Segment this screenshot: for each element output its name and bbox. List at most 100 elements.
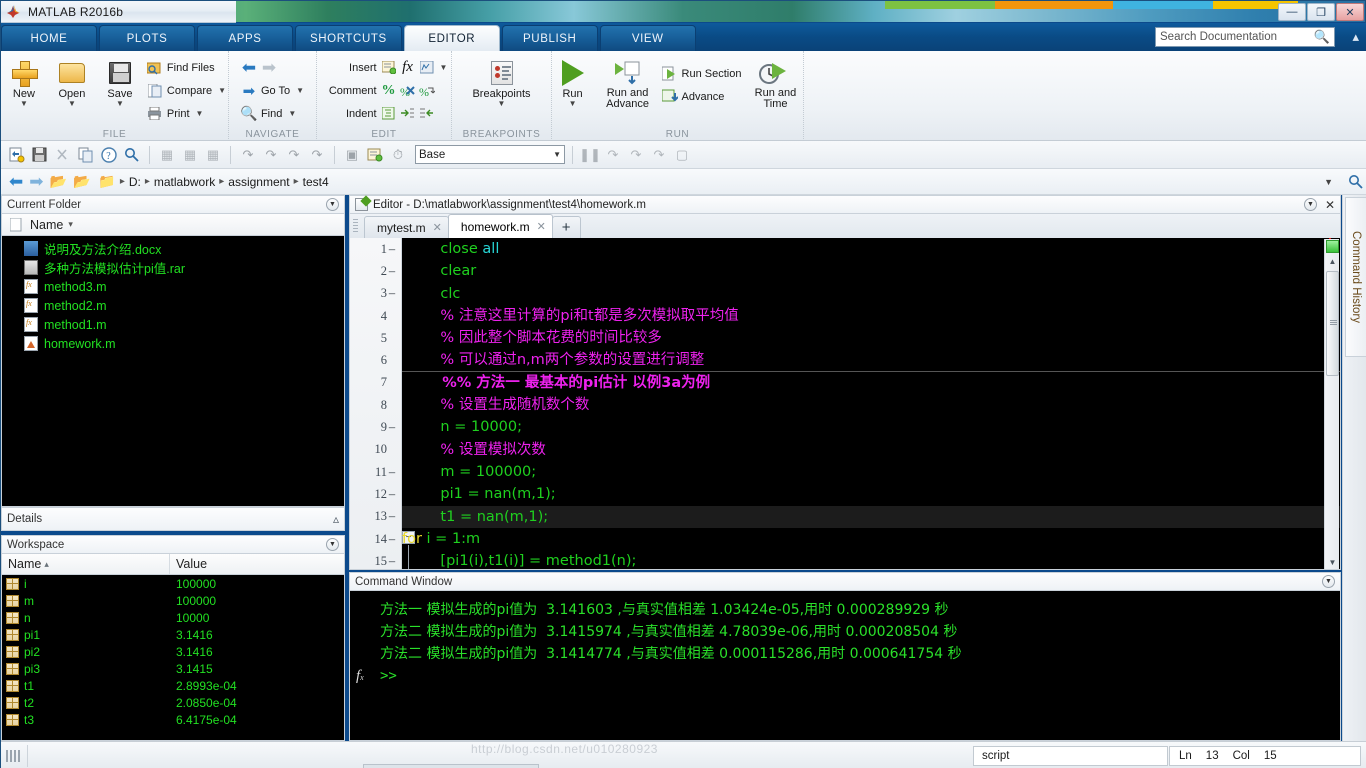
breakpoint-dash[interactable]: –	[387, 509, 397, 524]
insert-fi-icon[interactable]	[419, 60, 435, 76]
up-folder-icon[interactable]: 📂	[50, 173, 67, 190]
column-header-value[interactable]: Value	[170, 557, 344, 571]
code-line-13[interactable]: t1 = nan(m,1);	[402, 505, 1340, 528]
help-icon[interactable]: ?	[99, 145, 119, 165]
breakpoint-dash[interactable]: –	[387, 420, 397, 435]
table-row[interactable]: pi3 3.1415	[2, 660, 344, 677]
code-line-7[interactable]: %% 方法一 最基本的pi估计 以例3a为例	[402, 372, 1340, 394]
browse-folder-icon[interactable]: 📂	[73, 173, 90, 190]
tab-view[interactable]: VIEW	[599, 25, 696, 51]
cut-icon[interactable]	[53, 145, 73, 165]
tab-apps[interactable]: APPS	[197, 25, 293, 51]
chevron-up-icon[interactable]: ▵	[333, 512, 339, 526]
restore-button[interactable]: ❐	[1307, 3, 1335, 21]
code-line-1[interactable]: close all	[402, 238, 1340, 260]
minimize-button[interactable]: —	[1278, 3, 1306, 21]
run-and-advance-button[interactable]: Run and Advance	[597, 54, 659, 110]
code-line-8[interactable]: % 设置生成随机数个数	[402, 394, 1340, 416]
chevron-down-icon[interactable]: ▼	[20, 100, 28, 108]
current-folder-file-list[interactable]: 说明及方法介绍.docx 多种方法模拟估计pi值.rar method3.m m…	[1, 236, 345, 507]
table-row[interactable]: pi2 3.1416	[2, 643, 344, 660]
chevron-down-icon[interactable]: ▼	[296, 86, 304, 95]
editor-tab-homework[interactable]: homework.m ✕	[447, 214, 553, 238]
forward-arrow-icon[interactable]: ➡	[29, 172, 43, 192]
editor-tab-mytest[interactable]: mytest.m ✕	[364, 216, 449, 238]
panel-options-icon[interactable]: ▼	[1303, 198, 1317, 211]
search-icon[interactable]	[1343, 174, 1366, 189]
step-over-icon[interactable]: ↷	[626, 145, 646, 165]
smart-indent-icon[interactable]	[381, 106, 397, 122]
list-icon[interactable]	[365, 145, 385, 165]
tab-editor[interactable]: EDITOR	[403, 25, 500, 51]
step-icon-3[interactable]: ↷	[284, 145, 304, 165]
breakpoint-dash[interactable]: –	[387, 554, 397, 569]
workspace-variable-list[interactable]: i 100000 m 100000 n 10000 pi1 3.1416 pi2 3.14…	[1, 575, 345, 741]
editor-text[interactable]: close all clear clc % 注意这里计算的pi和t都是多次模拟取…	[402, 238, 1340, 569]
close-icon[interactable]: ✕	[1325, 198, 1335, 212]
more-caret-icon[interactable]: ▼	[440, 63, 448, 72]
command-window-output[interactable]: fx 方法一 模拟生成的pi值为 3.141603 ,与真实值相差 1.0342…	[349, 591, 1341, 741]
step-in-icon[interactable]: ↷	[603, 145, 623, 165]
list-item[interactable]: method2.m	[2, 296, 344, 315]
code-line-2[interactable]: clear	[402, 260, 1340, 282]
table-row[interactable]: t2 2.0850e-04	[2, 694, 344, 711]
function-fx-icon[interactable]: fx	[400, 59, 416, 76]
new-tab-button[interactable]: +	[551, 216, 581, 238]
uncomment-icon[interactable]: %	[400, 83, 416, 99]
run-and-time-button[interactable]: Run and Time	[744, 54, 806, 110]
table-row[interactable]: i 100000	[2, 575, 344, 592]
tab-home[interactable]: HOME	[1, 25, 97, 51]
layout-icon-2[interactable]: ▦	[180, 145, 200, 165]
run-section-button[interactable]: Run Section	[659, 62, 745, 85]
pause-icon[interactable]: ❚❚	[579, 145, 601, 165]
details-title-bar[interactable]: Details ▵	[1, 507, 345, 531]
table-row[interactable]: m 100000	[2, 592, 344, 609]
code-line-3[interactable]: clc	[402, 283, 1340, 305]
indent-left-icon[interactable]	[419, 106, 435, 122]
code-line-6[interactable]: % 可以通过n,m两个参数的设置进行调整	[402, 349, 1340, 372]
code-line-15[interactable]: [pi1(i),t1(i)] = method1(n);	[402, 550, 1340, 569]
tab-plots[interactable]: PLOTS	[99, 25, 195, 51]
code-line-14[interactable]: for i = 1:m	[402, 528, 1340, 550]
table-row[interactable]: t1 2.8993e-04	[2, 677, 344, 694]
tab-shortcuts[interactable]: SHORTCUTS	[295, 25, 402, 51]
close-icon[interactable]: ✕	[537, 220, 546, 233]
code-line-4[interactable]: % 注意这里计算的pi和t都是多次模拟取平均值	[402, 305, 1340, 327]
panel-options-icon[interactable]: ▼	[326, 538, 339, 551]
ribbon-collapse-icon[interactable]: ▴	[1352, 29, 1359, 45]
compare-button[interactable]: Compare ▼	[144, 79, 229, 102]
list-item[interactable]: homework.m	[2, 334, 344, 353]
new-button[interactable]: New ▼	[0, 54, 48, 108]
chevron-down-icon[interactable]: ▼	[553, 150, 561, 159]
scrollbar-thumb[interactable]	[1326, 271, 1339, 376]
panel-options-icon[interactable]: ▼	[326, 198, 339, 211]
print-button[interactable]: Print ▼	[144, 102, 229, 125]
close-button[interactable]: ✕	[1336, 3, 1364, 21]
step-out-icon[interactable]: ↷	[649, 145, 669, 165]
save-button[interactable]: Save ▼	[96, 54, 144, 108]
status-grip-icon[interactable]	[1, 742, 27, 768]
panel-options-icon[interactable]: ▼	[1322, 575, 1335, 588]
editor-vertical-scrollbar[interactable]: ▲ ▼	[1324, 239, 1339, 569]
command-history-tab[interactable]: Command History	[1345, 197, 1366, 357]
run-button[interactable]: Run ▼	[549, 54, 597, 108]
layout-icon-1[interactable]: ▦	[157, 145, 177, 165]
close-icon[interactable]: ✕	[433, 221, 442, 234]
layout-icon-3[interactable]: ▦	[203, 145, 223, 165]
breakpoint-dash[interactable]: –	[387, 242, 397, 257]
insert-block-icon[interactable]	[381, 60, 397, 76]
back-arrow-icon[interactable]: ⬅	[9, 172, 23, 192]
current-folder-column-header[interactable]: Name ▾	[1, 214, 345, 236]
breadcrumb[interactable]: 📁 ▸ D: ▸ matlabwork ▸ assignment ▸ test4	[98, 172, 1314, 192]
breakpoint-dash[interactable]: –	[387, 465, 397, 480]
window-controls[interactable]: — ❐ ✕	[1278, 3, 1364, 21]
chevron-down-icon[interactable]: ▼	[288, 109, 296, 118]
code-line-9[interactable]: n = 10000;	[402, 416, 1340, 438]
save-icon[interactable]	[30, 145, 50, 165]
list-item[interactable]: method1.m	[2, 315, 344, 334]
crumb-assignment[interactable]: assignment	[228, 175, 289, 189]
quit-debug-icon[interactable]: ▢	[672, 145, 692, 165]
breadcrumb-dropdown-icon[interactable]: ▼	[1324, 177, 1333, 187]
chevron-down-icon[interactable]: ▼	[116, 100, 124, 108]
scroll-up-arrow-icon[interactable]: ▲	[1325, 254, 1340, 268]
